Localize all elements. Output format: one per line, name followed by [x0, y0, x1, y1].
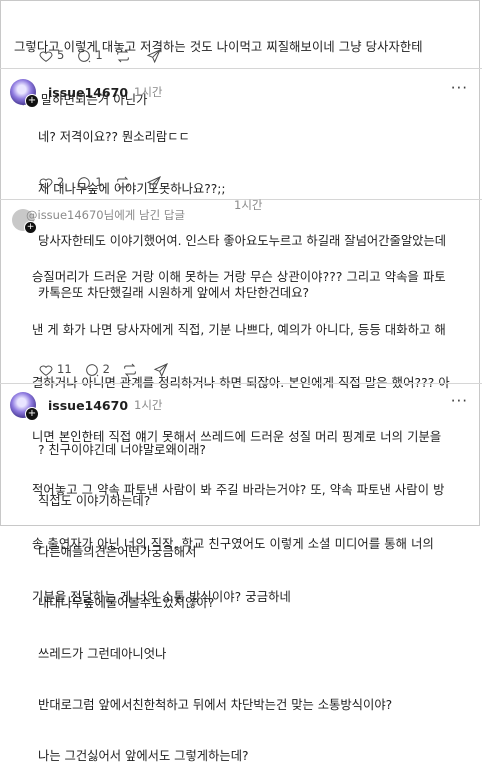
comment-icon: [78, 49, 91, 62]
send-icon: [146, 175, 161, 190]
reply-button[interactable]: 1: [76, 174, 103, 191]
heart-icon: [39, 365, 53, 376]
send-icon: [153, 362, 168, 377]
follow-plus-icon[interactable]: +: [25, 407, 39, 421]
comment-icon: [78, 176, 91, 189]
follow-plus-icon[interactable]: +: [25, 94, 39, 108]
send-icon: [146, 48, 161, 63]
heart-icon: [39, 178, 53, 189]
repost-icon: [116, 49, 129, 62]
comment-line: 네? 저격이요?? 뭔소리람ㄷㄷ: [38, 130, 190, 144]
heart-icon: [39, 51, 53, 62]
reply-line: 낸 게 화가 나면 당사자에게 직접, 기분 나쁘다, 예의가 아니다, 등등 …: [32, 322, 446, 337]
comment-actions: 2 1: [38, 174, 177, 191]
comment-line: 나는 그건싫어서 앞에서도 그렇게하는데?: [38, 749, 249, 763]
share-button[interactable]: [146, 175, 165, 191]
reply-card: + 1시간 @issue14670님에게 남긴 답글 승질머리가 드러운 거랑 …: [6, 197, 476, 604]
repost-icon: [124, 363, 136, 376]
share-button[interactable]: [146, 48, 165, 64]
reply-count: 1: [95, 48, 103, 62]
comment-icon: [85, 363, 98, 376]
like-button[interactable]: 2: [38, 174, 64, 191]
reply-to-label[interactable]: @issue14670님에게 남긴 답글: [26, 207, 185, 224]
like-count: 11: [57, 362, 72, 376]
reply-button[interactable]: 1: [76, 47, 103, 64]
timestamp: 1시간: [234, 198, 263, 212]
like-count: 5: [57, 48, 65, 62]
reply-count: 1: [95, 175, 103, 189]
divider: [0, 68, 482, 69]
like-button[interactable]: 11: [38, 361, 72, 378]
avatar[interactable]: +: [10, 79, 39, 108]
repost-button[interactable]: [115, 48, 134, 64]
reply-count: 2: [102, 362, 110, 376]
comment-line: ? 친구이야긴데 너야말로왜이래?: [38, 443, 206, 457]
repost-icon: [116, 176, 129, 189]
repost-button[interactable]: [115, 175, 134, 191]
reply-button[interactable]: 2: [84, 361, 110, 378]
comment-line: 반대로그럼 앞에서친한척하고 뒤에서 차단박는건 맞는 소통방식이야?: [38, 698, 393, 712]
comment-line: 내대나무숲에물어볼수도있지않아?: [38, 596, 215, 610]
reply-line: 승질머리가 드러운 거랑 이해 못하는 거랑 무슨 상관이야??? 그리고 약속…: [32, 269, 446, 284]
like-button[interactable]: 5: [38, 47, 64, 64]
comment-line: 직접도 이야기하는데?: [38, 494, 151, 508]
repost-button[interactable]: [122, 362, 141, 378]
comment-line: 다른애들의견은어떤가궁금해서: [38, 545, 197, 559]
top-post-actions: 5 1: [38, 47, 177, 64]
comment-line: 쓰레드가 그런데아니엇나: [38, 647, 167, 661]
reply-line: 결하거나 아니면 관계를 정리하거나 하면 되잖아. 본인에게 직접 말은 했어…: [32, 376, 450, 391]
share-button[interactable]: [153, 362, 172, 378]
divider: [0, 383, 482, 384]
avatar[interactable]: +: [10, 392, 39, 421]
comment-body: ? 친구이야긴데 너야말로왜이래? 직접도 이야기하는데? 다른애들의견은어떤가…: [38, 408, 474, 782]
reply-actions: 11 2: [38, 361, 184, 378]
like-count: 2: [57, 175, 65, 189]
